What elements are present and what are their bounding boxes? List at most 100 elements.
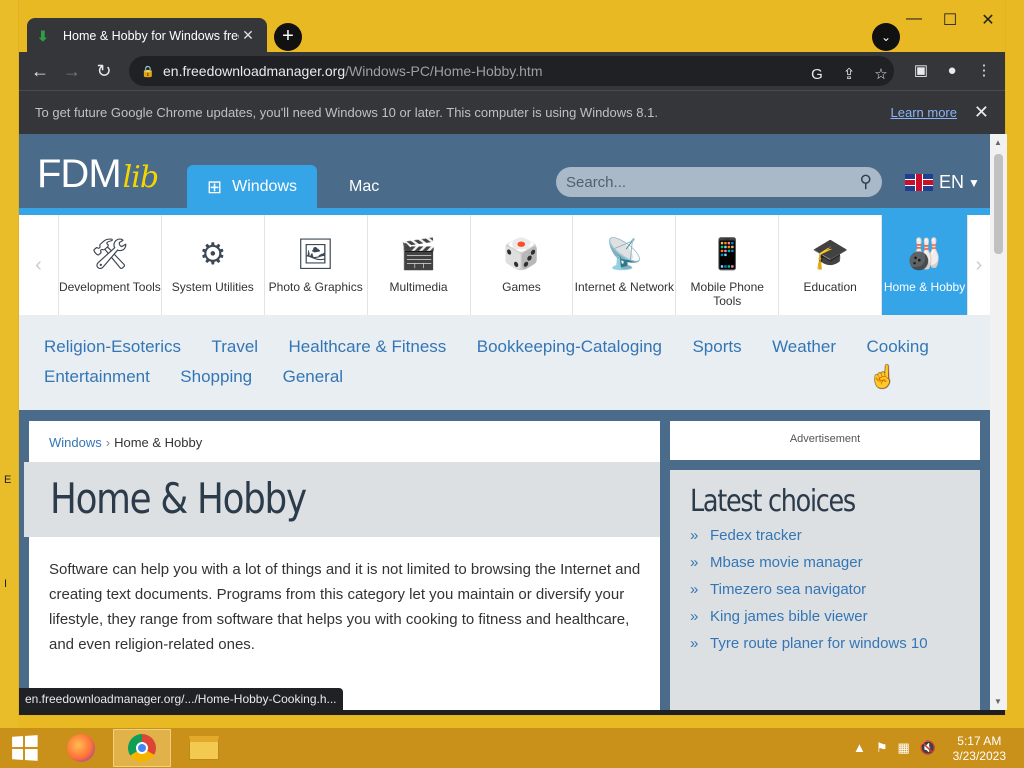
windows-icon: ⊞ (207, 176, 223, 197)
forward-button[interactable]: → (61, 60, 83, 82)
flag-icon[interactable]: ⚑ (876, 740, 888, 756)
reload-button[interactable]: ↻ (93, 60, 115, 82)
address-bar[interactable]: 🔒 en.freedownloadmanager.org/Windows-PC/… (129, 56, 894, 86)
search-box: ⚲ (556, 167, 882, 197)
taskbar-firefox[interactable] (52, 729, 110, 767)
logo-main: FDM (37, 152, 122, 196)
subcategory-link[interactable]: Religion-Esoterics (44, 337, 181, 357)
breadcrumb-current: Home & Hobby (114, 435, 203, 450)
tab-mac[interactable]: Mac (319, 165, 399, 209)
learn-more-link[interactable]: Learn more (891, 105, 957, 120)
scroll-down-icon[interactable]: ▼ (994, 697, 1002, 706)
category-description: Software can help you with a lot of thin… (49, 561, 641, 653)
web-page: FDMlib ⊞ Windows Mac ⚲ EN ▼ ‹ (19, 134, 990, 710)
url-domain: en.freedownloadmanager.org (163, 63, 346, 79)
maximize-button[interactable]: ☐ (935, 10, 965, 30)
browser-tab[interactable]: ⬇ Home & Hobby for Windows free download… (27, 18, 267, 53)
language-selector[interactable]: EN ▼ (905, 172, 980, 193)
subcategory-link[interactable]: Sports (692, 337, 741, 357)
category-label: Education (803, 280, 857, 294)
category-home-hobby[interactable]: 🎳 Home & Hobby (882, 215, 968, 315)
double-chevron-icon: » (690, 527, 699, 544)
category-games[interactable]: 🎲 Games (471, 215, 574, 315)
tab-mac-label: Mac (349, 178, 380, 195)
bookmark-star-icon[interactable]: ☆ (871, 65, 891, 85)
logo-sub: lib (122, 160, 159, 195)
breadcrumb-separator: › (105, 435, 111, 450)
category-development-tools[interactable]: 🛠 Development Tools (59, 215, 162, 315)
share-icon[interactable]: ⇪ (839, 65, 859, 85)
taskbar-file-explorer[interactable] (175, 729, 233, 767)
desktop-letter: I (4, 578, 8, 590)
category-photo-graphics[interactable]: 🖼 Photo & Graphics (265, 215, 368, 315)
new-tab-button[interactable]: + (274, 23, 302, 51)
clock[interactable]: 5:17 AM 3/23/2023 (953, 734, 1006, 764)
category-system-utilities[interactable]: ⚙ System Utilities (162, 215, 265, 315)
language-label: EN (939, 172, 965, 192)
back-button[interactable]: ← (29, 60, 51, 82)
browser-toolbar: ← → ↻ 🔒 en.freedownloadmanager.org/Windo… (19, 52, 1005, 90)
category-label: Multimedia (389, 280, 448, 294)
page-scrollbar[interactable]: ▲ ▼ (990, 134, 1007, 710)
tab-close-icon[interactable]: ✕ (239, 27, 257, 44)
category-label: System Utilities (171, 280, 254, 294)
subcategory-link[interactable]: Healthcare & Fitness (289, 337, 447, 357)
list-item[interactable]: » Tyre route planer for windows 10 (690, 635, 960, 652)
category-education[interactable]: 🎓 Education (779, 215, 883, 315)
category-label: Development Tools (58, 280, 161, 294)
scroll-thumb[interactable] (994, 154, 1003, 254)
start-button[interactable] (0, 728, 48, 768)
category-label: Photo & Graphics (268, 280, 363, 294)
site-logo[interactable]: FDMlib (37, 152, 159, 197)
minimize-button[interactable]: — (899, 10, 929, 28)
status-url-bubble: en.freedownloadmanager.org/.../Home-Hobb… (19, 688, 343, 710)
tab-windows[interactable]: ⊞ Windows (187, 165, 317, 209)
category-multimedia[interactable]: 🎬 Multimedia (368, 215, 471, 315)
latest-choices-title: Latest choices (690, 484, 856, 519)
taskbar-chrome[interactable] (113, 729, 171, 767)
search-icon[interactable]: ⚲ (860, 172, 872, 192)
list-item[interactable]: » Timezero sea navigator (690, 581, 960, 598)
category-internet-network[interactable]: 📡 Internet & Network (573, 215, 677, 315)
subcategory-link[interactable]: General (283, 367, 343, 387)
latest-item-label: Tyre route planer for windows 10 (710, 635, 928, 652)
show-hidden-icon[interactable]: ▲ (853, 740, 866, 756)
network-icon[interactable]: ▦ (898, 740, 910, 756)
volume-muted-icon[interactable]: 🔇 (920, 740, 936, 756)
tab-search-button[interactable]: ⌄ (872, 23, 900, 51)
category-label: Mobile Phone Tools (690, 280, 764, 308)
list-item[interactable]: » Fedex tracker (690, 527, 960, 544)
subcategory-link[interactable]: Bookkeeping-Cataloging (477, 337, 662, 357)
clock-time: 5:17 AM (957, 734, 1002, 748)
infobar-close-icon[interactable]: ✕ (974, 102, 989, 123)
close-window-button[interactable]: ✕ (973, 10, 1003, 30)
firefox-icon (67, 734, 95, 762)
subcategory-link[interactable]: Weather (772, 337, 836, 357)
windows-logo-icon (12, 735, 38, 761)
subcategory-link[interactable]: Travel (211, 337, 258, 357)
subcategory-link[interactable]: Shopping (180, 367, 252, 387)
google-lens-icon[interactable]: G (807, 65, 827, 85)
category-next-button[interactable]: › (968, 215, 990, 315)
scroll-up-icon[interactable]: ▲ (994, 138, 1002, 147)
list-item[interactable]: » Mbase movie manager (690, 554, 960, 571)
category-mobile-phone-tools[interactable]: 📱 Mobile Phone Tools (676, 215, 780, 315)
double-chevron-icon: » (690, 581, 699, 598)
category-prev-button[interactable]: ‹ (19, 215, 59, 315)
subcategory-link[interactable]: Cooking (866, 337, 928, 357)
latest-item-label: Timezero sea navigator (710, 581, 867, 598)
list-item[interactable]: » King james bible viewer (690, 608, 960, 625)
subcategory-list: Religion-Esoterics Travel Healthcare & F… (19, 315, 990, 410)
category-label: Internet & Network (574, 280, 675, 294)
graduation-cap-icon: 🎓 (811, 238, 849, 271)
chevron-down-icon: ▼ (968, 175, 980, 190)
router-icon: 📡 (605, 238, 644, 271)
category-bar: ‹ 🛠 Development Tools ⚙ System Utilities… (19, 215, 990, 315)
side-panel-icon[interactable]: ▣ (911, 61, 931, 81)
search-input[interactable] (566, 173, 846, 191)
menu-icon[interactable]: ⋮ (974, 61, 994, 81)
subcategory-link[interactable]: Entertainment (44, 367, 150, 387)
double-chevron-icon: » (690, 608, 699, 625)
breadcrumb-windows-link[interactable]: Windows (49, 435, 102, 450)
profile-icon[interactable]: ● (942, 61, 962, 81)
